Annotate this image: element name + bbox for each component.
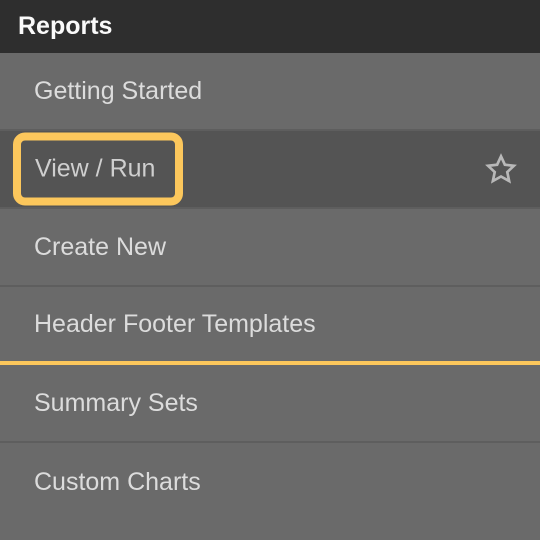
sidebar-menu: Getting Started View / Run Create New He… xyxy=(0,53,540,521)
header-title: Reports xyxy=(18,12,112,41)
menu-item-custom-charts[interactable]: Custom Charts xyxy=(0,443,540,521)
menu-item-header-footer-templates[interactable]: Header Footer Templates xyxy=(0,287,540,365)
menu-item-label: Custom Charts xyxy=(34,468,201,497)
favorite-button[interactable] xyxy=(484,152,518,186)
star-icon xyxy=(485,153,517,185)
highlight-box: View / Run xyxy=(13,133,183,206)
menu-item-getting-started[interactable]: Getting Started xyxy=(0,53,540,131)
menu-item-label: Create New xyxy=(34,233,166,262)
menu-item-view-run[interactable]: View / Run xyxy=(0,131,540,209)
header: Reports xyxy=(0,0,540,53)
menu-item-label: Getting Started xyxy=(34,77,202,106)
menu-item-label: Header Footer Templates xyxy=(34,310,316,339)
menu-item-label: View / Run xyxy=(35,155,155,183)
menu-item-summary-sets[interactable]: Summary Sets xyxy=(0,365,540,443)
menu-item-label: Summary Sets xyxy=(34,389,198,418)
menu-item-create-new[interactable]: Create New xyxy=(0,209,540,287)
